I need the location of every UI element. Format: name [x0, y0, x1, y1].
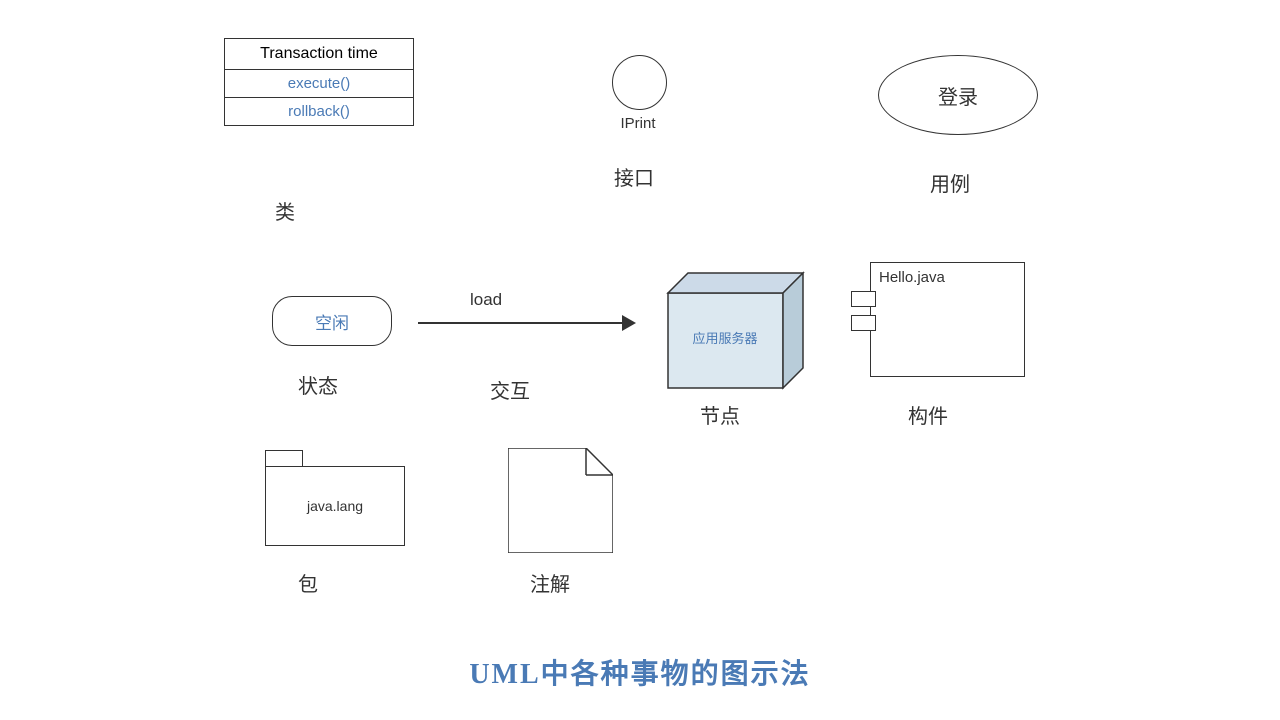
footer-title: UML中各种事物的图示法 — [0, 652, 1280, 692]
class-diagram: Transaction time execute() rollback() — [224, 38, 414, 126]
note-diagram — [508, 448, 613, 558]
interface-circle — [612, 55, 667, 110]
svg-text:应用服务器: 应用服务器 — [692, 331, 757, 346]
node-label: 节点 — [660, 400, 780, 429]
note-label: 注解 — [530, 568, 570, 597]
class-method1: execute() — [225, 70, 413, 98]
component-diagram: Hello.java — [870, 262, 1025, 377]
note-shape — [508, 448, 613, 553]
class-label: 类 — [275, 196, 295, 225]
interaction-label: 交互 — [490, 375, 530, 404]
state-text: 空闲 — [315, 309, 349, 334]
usecase-text: 登录 — [938, 81, 978, 110]
class-title: Transaction time — [225, 39, 413, 70]
component-label: 构件 — [908, 400, 948, 429]
package-label: 包 — [298, 568, 318, 597]
usecase-ellipse: 登录 — [878, 55, 1038, 135]
arrow-head-icon — [622, 315, 636, 331]
diagram-container: Transaction time execute() rollback() 类 … — [0, 0, 1280, 720]
package-body: java.lang — [265, 466, 405, 546]
class-method2: rollback() — [225, 98, 413, 125]
node-diagram: 应用服务器 — [648, 268, 808, 403]
arrow-line — [418, 322, 628, 324]
component-box: Hello.java — [870, 262, 1025, 377]
interface-name: IPrint — [608, 115, 668, 132]
usecase-label: 用例 — [930, 168, 970, 197]
component-title: Hello.java — [871, 263, 1024, 292]
interface-label: 接口 — [614, 162, 654, 191]
state-box: 空闲 — [272, 296, 392, 346]
interaction-arrow-label: load — [470, 290, 502, 310]
package-text: java.lang — [307, 498, 363, 514]
component-tab1 — [851, 291, 876, 307]
state-label: 状态 — [298, 370, 338, 399]
component-tab2 — [851, 315, 876, 331]
